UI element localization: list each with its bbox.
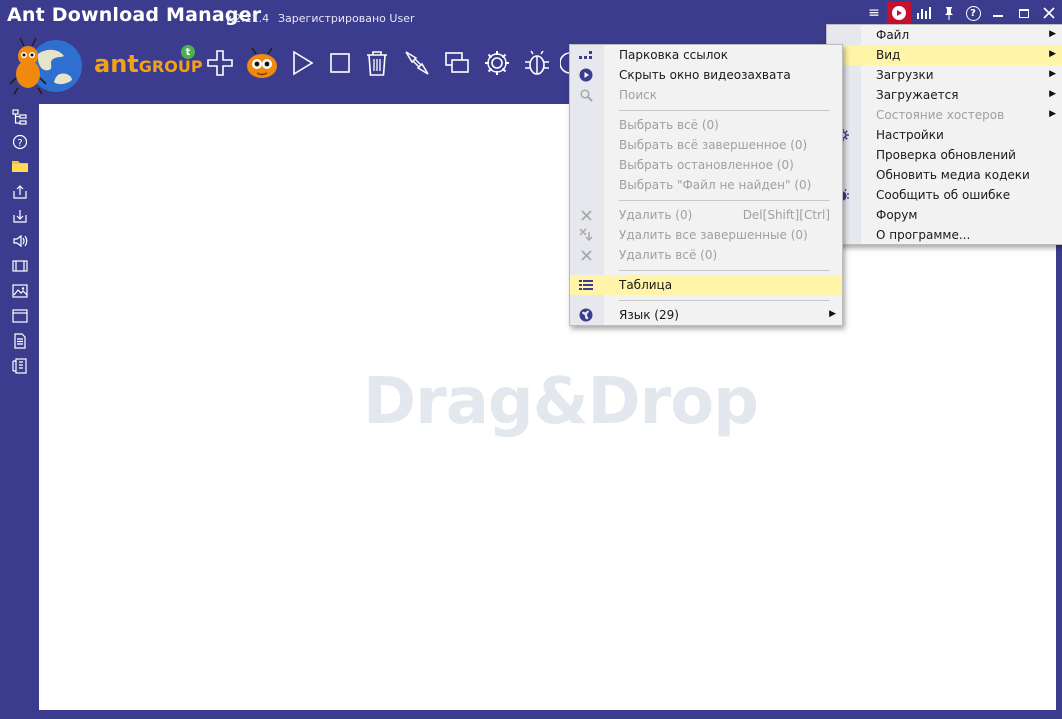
upload-icon [13,185,27,199]
download-icon [13,210,27,223]
ant-logo-icon [9,37,82,95]
table-icon [578,277,594,293]
menu-item-search[interactable]: Поиск [570,85,842,105]
menu-item-select-stopped[interactable]: Выбрать остановленное (0) [570,155,842,175]
category-video-button[interactable] [11,257,29,275]
category-archives-button[interactable] [11,357,29,375]
delete-button[interactable] [362,48,392,78]
submenu-arrow-icon: ▶ [829,309,836,319]
menu-item-forum[interactable]: Форум [827,205,1062,225]
menu-item-delete-completed[interactable]: Удалить все завершенные (0) [570,225,842,245]
film-icon [12,260,28,272]
category-programs-button[interactable] [11,307,29,325]
maximize-button[interactable] [1012,2,1036,24]
close-icon [1043,7,1055,19]
pin-button[interactable] [937,2,961,24]
menu-item-language[interactable]: Язык (29) ▶ [570,305,842,325]
speaker-icon [13,234,28,248]
maximize-icon [1019,8,1029,18]
link-parking-button[interactable] [402,48,432,78]
menu-item-update-codecs[interactable]: Обновить медиа кодеки [827,165,1062,185]
menu-item-file[interactable]: Файл ▶ [827,25,1062,45]
question-icon: ? [12,134,28,150]
app-version: v.2.11.4 [225,12,270,25]
delete-icon [578,207,594,223]
menu-item-settings[interactable]: Настройки [827,125,1062,145]
menu-item-downloading[interactable]: Загружается ▶ [827,85,1062,105]
minimize-icon [993,15,1003,17]
folder-icon [12,161,28,172]
category-unknown-button[interactable]: ? [11,133,29,151]
submenu-arrow-icon: ▶ [1049,69,1056,79]
menu-item-check-updates[interactable]: Проверка обновлений [827,145,1062,165]
menu-item-link-parking[interactable]: Парковка ссылок [570,45,842,65]
submenu-arrow-icon: ▶ [1049,89,1056,99]
add-download-button[interactable] [205,48,235,78]
pin-icon [945,7,953,20]
menu-item-downloads[interactable]: Загрузки ▶ [827,65,1062,85]
bug-report-button[interactable] [522,48,552,78]
help-icon: ? [965,5,981,21]
category-upload-button[interactable] [11,183,29,201]
menu-item-about[interactable]: О программе... [827,225,1062,245]
category-download-button[interactable] [11,207,29,225]
app-title: Ant Download Manager [7,4,262,26]
svg-text:?: ? [17,138,22,149]
equalizer-icon [917,7,931,19]
category-folder-button[interactable] [11,157,29,175]
antgroup-badge: t [181,45,195,59]
view-submenu: Парковка ссылок Скрыть окно видеозахвата… [569,44,843,326]
menu-separator [619,200,830,201]
delete-shortcut: Del[Shift][Ctrl] [742,208,830,222]
ant-mascot-button[interactable] [244,46,280,80]
record-icon [892,6,906,20]
hamburger-icon: ≡ [868,5,880,21]
submenu-arrow-icon: ▶ [1049,29,1056,39]
menu-item-select-file-not-found[interactable]: Выбрать "Файл не найден" (0) [570,175,842,195]
image-icon [12,284,28,298]
windows-button[interactable] [442,48,472,78]
menu-item-select-completed[interactable]: Выбрать всё завершенное (0) [570,135,842,155]
menu-item-report-bug[interactable]: Сообщить об ошибке [827,185,1062,205]
menu-item-table[interactable]: Таблица [570,275,842,295]
menu-separator [619,270,830,271]
play-circle-icon [578,67,594,83]
menu-item-delete[interactable]: Удалить (0) Del[Shift][Ctrl] [570,205,842,225]
search-icon [578,87,594,103]
help-button[interactable]: ? [961,2,985,24]
menu-item-hoster-status[interactable]: Состояние хостеров ▶ [827,105,1062,125]
menu-item-select-all[interactable]: Выбрать всё (0) [570,115,842,135]
stop-button[interactable] [325,48,355,78]
category-tree-button[interactable] [11,108,29,126]
tree-icon [12,109,27,125]
registration-status: Зарегистрировано User [278,12,415,25]
category-audio-button[interactable] [11,232,29,250]
equalizer-button[interactable] [912,2,936,24]
start-button[interactable] [287,48,317,78]
drag-drop-placeholder: Drag&Drop [363,365,759,439]
submenu-arrow-icon: ▶ [1049,109,1056,119]
document-icon [14,333,26,349]
window-icon [12,309,28,323]
hamburger-menu-button[interactable]: ≡ [862,2,886,24]
globe-icon [578,307,594,323]
menu-separator [619,300,830,301]
menu-item-delete-all[interactable]: Удалить всё (0) [570,245,842,265]
main-menu: Файл ▶ Вид ▶ Загрузки ▶ Загружается ▶ Состоя… [826,24,1062,245]
category-documents-button[interactable] [11,332,29,350]
menu-separator [619,110,830,111]
minimize-button[interactable] [986,2,1010,24]
video-capture-button[interactable] [887,2,911,24]
category-sidebar: ? [0,104,38,719]
category-images-button[interactable] [11,282,29,300]
link-parking-icon [578,47,594,63]
close-button[interactable] [1037,2,1061,24]
submenu-arrow-icon: ▶ [1049,49,1056,59]
settings-button[interactable] [482,48,512,78]
menu-item-view[interactable]: Вид ▶ [827,45,1062,65]
archive-icon [12,358,27,374]
delete-all-icon [578,247,594,263]
delete-completed-icon [578,227,594,243]
menu-item-hide-video-capture[interactable]: Скрыть окно видеозахвата [570,65,842,85]
